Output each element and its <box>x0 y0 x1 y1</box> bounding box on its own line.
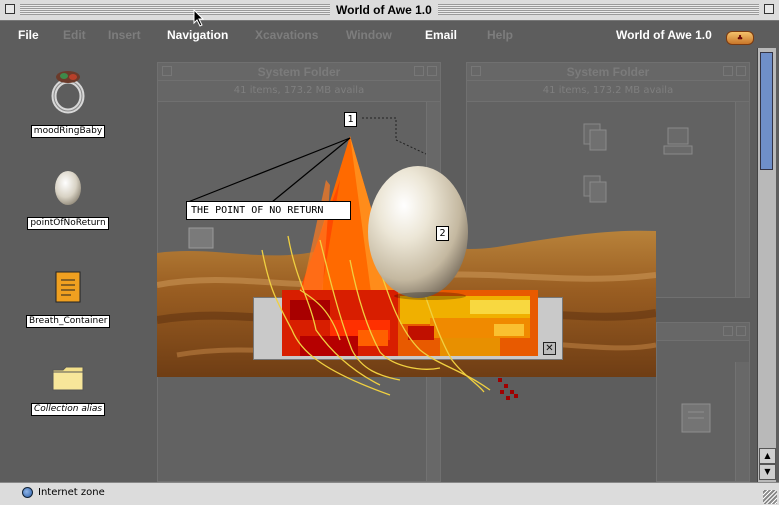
marker-1[interactable]: 1 <box>344 112 357 127</box>
pixel-heat-map <box>282 290 538 356</box>
browser-window: World of Awe 1.0 File Edit Insert Naviga… <box>0 0 779 505</box>
status-bar: Internet zone <box>0 482 779 505</box>
globe-icon <box>22 487 33 498</box>
marker-2[interactable]: 2 <box>436 226 449 241</box>
resize-grip-icon[interactable] <box>763 490 777 504</box>
vertical-scrollbar[interactable]: ▲ ▼ <box>757 48 776 482</box>
egg-image[interactable] <box>368 166 468 298</box>
art-overlay <box>187 117 538 400</box>
caption-point-of-no-return[interactable]: THE POINT OF NO RETURN <box>186 201 351 220</box>
scroll-down-arrow-icon[interactable]: ▼ <box>759 464 776 480</box>
dotted-connector <box>362 117 427 155</box>
status-zone-text: Internet zone <box>38 487 105 498</box>
scroll-up-arrow-icon[interactable]: ▲ <box>759 448 776 464</box>
panel-close-icon[interactable]: ✕ <box>543 342 556 355</box>
scroll-thumb[interactable] <box>760 52 773 170</box>
mouse-cursor-icon <box>193 9 205 27</box>
